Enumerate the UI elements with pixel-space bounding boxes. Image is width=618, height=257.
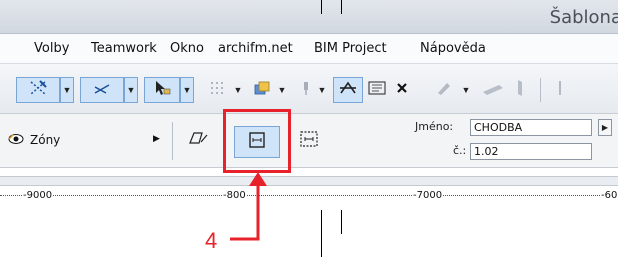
selection-mode-dropdown[interactable]: ▼	[60, 77, 74, 103]
trace-icon	[338, 79, 358, 102]
delete-button[interactable]	[392, 77, 412, 103]
layers-button[interactable]	[250, 77, 274, 103]
pin-icon	[556, 79, 564, 102]
room-name-options-button[interactable]: ▶	[598, 119, 612, 136]
more-tools-button[interactable]	[550, 77, 570, 103]
pin-icon	[301, 80, 311, 101]
room-number-label: č.:	[453, 144, 467, 157]
arrow-tool-dropdown[interactable]: ▼	[180, 77, 194, 103]
grid-snap-button[interactable]	[206, 77, 230, 103]
room-name-field[interactable]: CHODBA	[470, 119, 592, 136]
chevron-down-icon: ▼	[126, 85, 136, 95]
grid-dots-icon	[209, 80, 227, 101]
zone-label: Zóny	[30, 133, 61, 147]
chevron-down-icon: ▼	[461, 85, 471, 95]
arrow-cursor-icon	[152, 79, 172, 102]
ruler-label: -60	[600, 190, 618, 201]
rotated-rectangle-icon	[298, 129, 320, 154]
toolbar-separator	[172, 122, 173, 160]
window-title: Šablona	[549, 7, 618, 28]
selection-arrow-icon	[28, 79, 48, 102]
info-box: Zóny ▶ Jméno: CHODBA ▶ č.: 1.02	[0, 114, 618, 168]
marquee-dropdown[interactable]: ▼	[124, 77, 138, 103]
pin-button[interactable]	[296, 77, 316, 103]
highlight-box	[223, 109, 291, 173]
menu-archifm[interactable]: archifm.net	[218, 41, 293, 56]
zone-layer-arrow[interactable]: ▶	[153, 133, 160, 144]
chevron-down-icon: ▼	[317, 85, 327, 95]
chevron-down-icon: ▼	[62, 85, 72, 95]
menu-bim-project[interactable]: BIM Project	[314, 41, 387, 56]
marquee-icon	[92, 79, 112, 102]
pencil-button[interactable]	[432, 77, 456, 103]
wall-icon	[481, 80, 505, 101]
menu-bar: Volby Teamwork Okno archifm.net BIM Proj…	[0, 34, 618, 64]
menu-napoveda[interactable]: Nápověda	[420, 41, 486, 56]
title-bar: Šablona	[0, 0, 618, 34]
arrow-tool-button[interactable]	[144, 77, 180, 103]
geometry-method-polygon-button[interactable]	[185, 128, 213, 152]
ruler-band	[0, 176, 618, 186]
layers-icon	[253, 80, 271, 101]
play-arrow-icon: ▶	[601, 123, 609, 132]
polygon-pencil-icon	[188, 130, 210, 151]
close-icon	[396, 81, 408, 99]
wall-tool-button[interactable]	[478, 77, 508, 103]
menu-volby[interactable]: Volby	[34, 41, 69, 56]
standard-toolbar: ▼ ▼ ▼ ▼ ▼ ▼ ▼	[0, 64, 618, 114]
callout-arrow	[230, 172, 267, 241]
step-number-label: 4	[205, 228, 218, 253]
column-tool-button[interactable]	[510, 77, 530, 103]
chevron-down-icon: ▼	[182, 85, 192, 95]
selection-mode-button[interactable]	[16, 77, 60, 103]
room-number-field[interactable]: 1.02	[470, 143, 592, 160]
geometry-method-rotated-rectangle-button[interactable]	[294, 128, 324, 154]
toolbar-separator	[540, 78, 541, 102]
cursor-line-bottom	[321, 210, 322, 257]
cursor-line-top	[341, 0, 342, 14]
menu-okno[interactable]: Okno	[170, 41, 204, 56]
marquee-button[interactable]	[80, 77, 124, 103]
ruler-label: -7000	[412, 190, 444, 201]
pencil-icon	[435, 80, 453, 101]
zone-layer-selector[interactable]: Zóny	[0, 128, 165, 152]
cursor-line-top	[321, 0, 322, 14]
chevron-down-icon: ▼	[277, 85, 287, 95]
room-name-label: Jméno:	[415, 120, 454, 133]
ruler-label: -9000	[22, 190, 54, 201]
column-icon	[515, 78, 525, 103]
pin-dropdown[interactable]: ▼	[315, 77, 329, 103]
dimension-button[interactable]	[364, 77, 390, 103]
pencil-dropdown[interactable]: ▼	[459, 77, 473, 103]
layers-dropdown[interactable]: ▼	[275, 77, 289, 103]
eye-icon	[8, 133, 24, 148]
cursor-line-bottom	[341, 210, 342, 234]
dimension-icon	[367, 80, 387, 101]
menu-teamwork[interactable]: Teamwork	[91, 41, 157, 56]
horizontal-ruler: -9000 -800 -7000 -60	[0, 168, 618, 210]
chevron-down-icon: ▼	[233, 85, 243, 95]
trace-button[interactable]	[333, 77, 363, 103]
ruler-tick-line	[0, 195, 618, 196]
grid-snap-dropdown[interactable]: ▼	[231, 77, 245, 103]
